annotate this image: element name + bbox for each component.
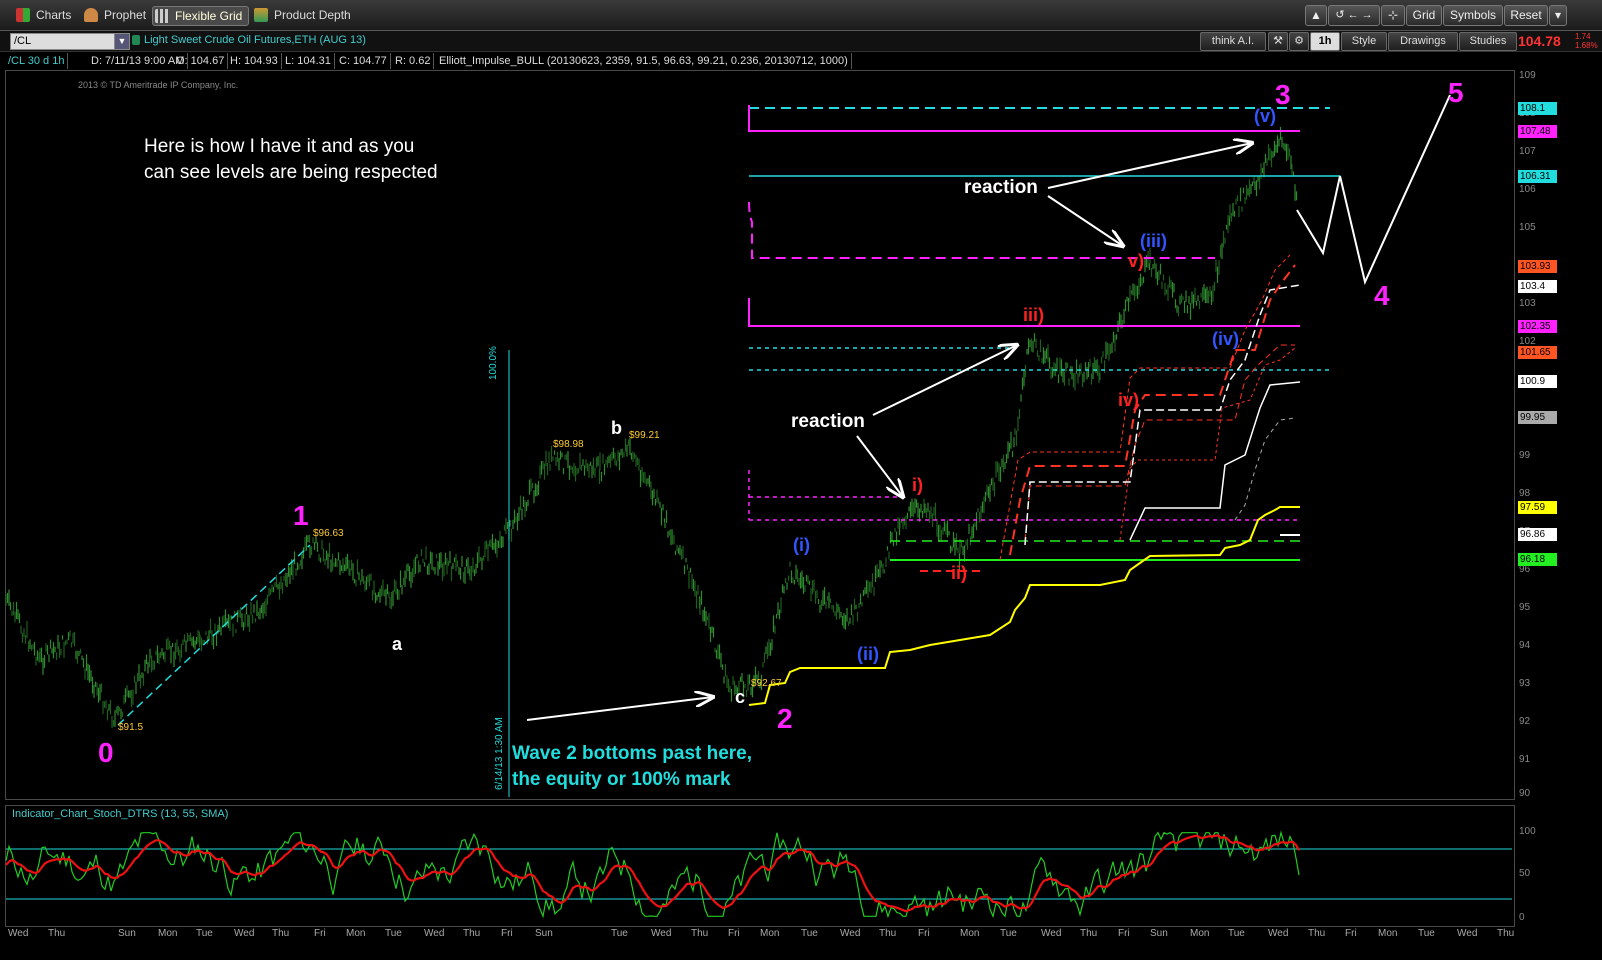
time-axis-label: Tue: [1418, 928, 1435, 939]
time-axis-label: Wed: [1457, 928, 1478, 939]
time-axis-label: Thu: [691, 928, 709, 939]
time-axis-label: Wed: [234, 928, 255, 939]
time-axis-label: Wed: [651, 928, 672, 939]
time-axis-label: Wed: [840, 928, 861, 939]
time-axis-label: Thu: [48, 928, 66, 939]
time-axis-label: Tue: [1000, 928, 1017, 939]
time-axis-label: Thu: [1080, 928, 1098, 939]
time-axis-label: Wed: [8, 928, 29, 939]
indicator-tick-50: 50: [1519, 868, 1531, 879]
time-axis-label: Tue: [1228, 928, 1245, 939]
time-axis-label: Thu: [272, 928, 290, 939]
time-axis-label: Fri: [1118, 928, 1130, 939]
stoch-fast-line: [5, 830, 1300, 919]
time-axis-label: Thu: [879, 928, 897, 939]
time-axis-label: Fri: [314, 928, 326, 939]
time-axis-label: Thu: [463, 928, 481, 939]
time-axis-label: Fri: [1345, 928, 1357, 939]
time-axis-label: Mon: [1378, 928, 1398, 939]
time-axis-label: Tue: [801, 928, 818, 939]
time-axis-label: Tue: [611, 928, 628, 939]
time-axis-label: Sun: [118, 928, 136, 939]
time-axis-label: Tue: [196, 928, 213, 939]
time-axis-label: Fri: [728, 928, 740, 939]
time-axis-label: Thu: [1308, 928, 1326, 939]
time-axis-label: Mon: [760, 928, 780, 939]
time-axis[interactable]: Wed Thu Sun Mon Tue Wed Thu Fri Mon Tue Wed Thu Fri S…: [0, 928, 1602, 942]
time-axis-label: Fri: [501, 928, 513, 939]
time-axis-label: Sun: [535, 928, 553, 939]
time-axis-label: Sun: [1150, 928, 1168, 939]
time-axis-label: Tue: [385, 928, 402, 939]
time-axis-label: Wed: [1268, 928, 1289, 939]
indicator-tick-100: 100: [1519, 826, 1536, 837]
time-axis-label: Mon: [158, 928, 178, 939]
time-axis-label: Wed: [424, 928, 445, 939]
indicator-tick-0: 0: [1519, 912, 1525, 923]
time-axis-label: Wed: [1041, 928, 1062, 939]
stochastic-indicator: [5, 830, 1512, 919]
time-axis-label: Thu: [1497, 928, 1515, 939]
stoch-slow-line: [5, 834, 1300, 913]
time-axis-label: Mon: [346, 928, 366, 939]
time-axis-label: Mon: [1190, 928, 1210, 939]
time-axis-label: Mon: [960, 928, 980, 939]
time-axis-label: Fri: [918, 928, 930, 939]
